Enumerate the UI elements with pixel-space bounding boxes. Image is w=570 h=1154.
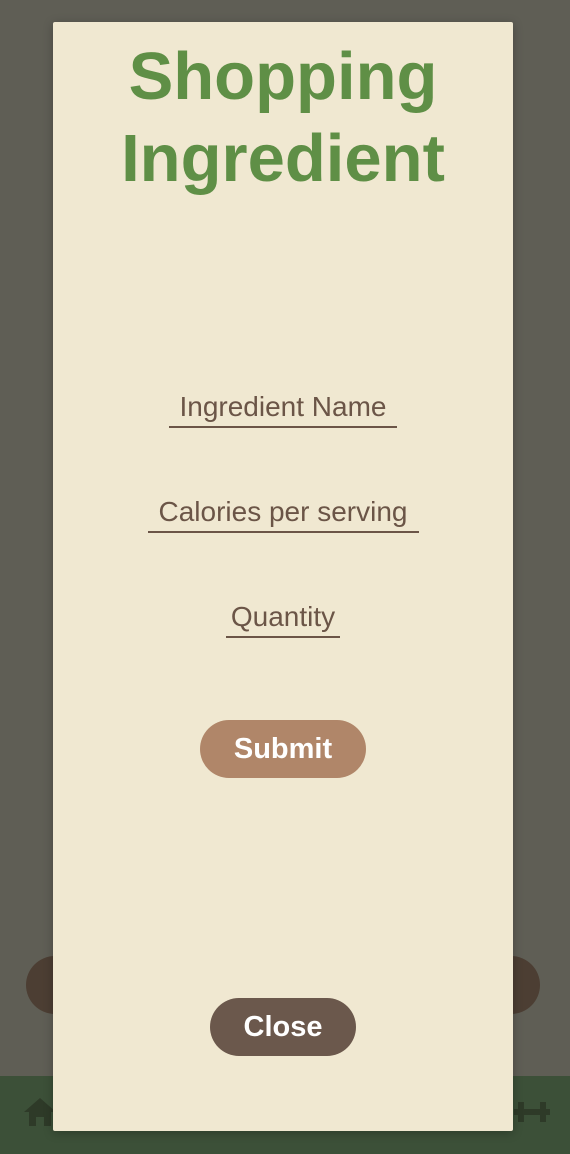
close-button[interactable]: Close <box>210 998 356 1056</box>
modal-title: Shopping Ingredient <box>121 39 445 196</box>
calories-per-serving-input[interactable] <box>147 493 419 533</box>
submit-button[interactable]: Submit <box>200 720 366 778</box>
calories-field-wrap <box>53 493 513 533</box>
quantity-field-wrap <box>53 598 513 638</box>
ingredient-name-input[interactable] <box>169 388 397 428</box>
dumbbell-icon <box>514 1102 550 1122</box>
quantity-input[interactable] <box>226 598 340 638</box>
add-ingredient-modal: Shopping Ingredient Submit Close <box>53 22 513 1131</box>
ingredient-name-field-wrap <box>53 388 513 428</box>
